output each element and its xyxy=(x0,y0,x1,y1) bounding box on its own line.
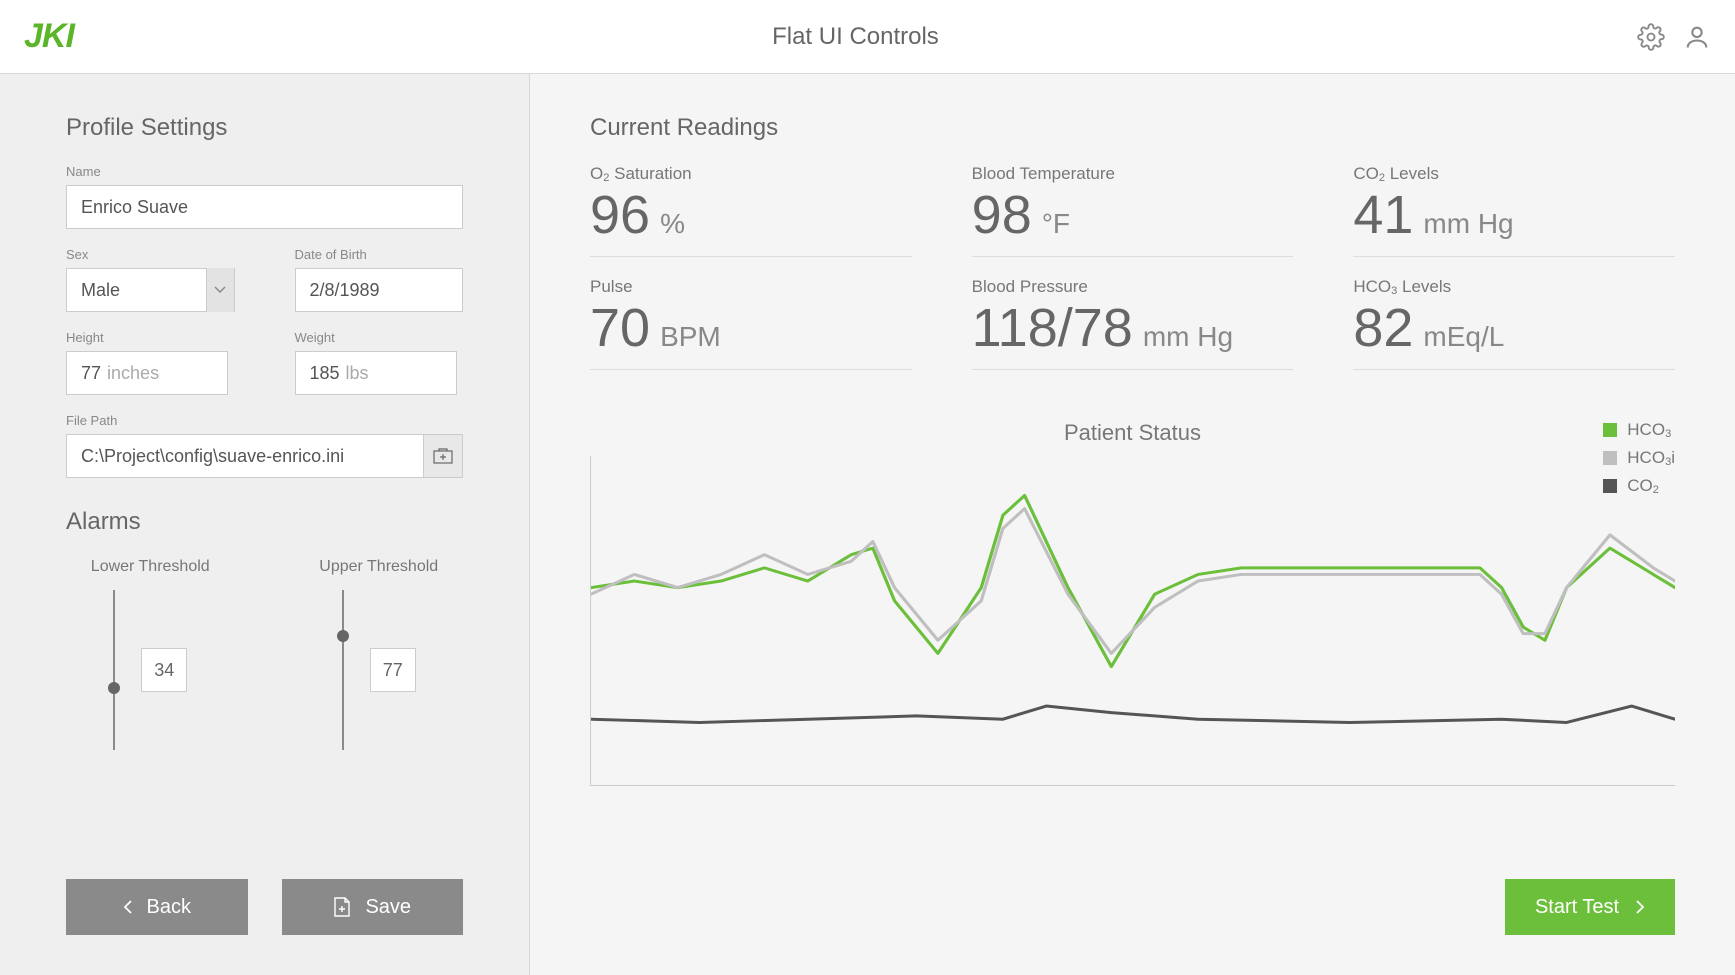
reading-card: O2 Saturation 96% xyxy=(590,164,912,257)
lower-threshold-slider[interactable] xyxy=(113,590,115,750)
sex-label: Sex xyxy=(66,247,235,262)
height-label: Height xyxy=(66,330,235,345)
reading-unit: BPM xyxy=(660,323,721,351)
dob-label: Date of Birth xyxy=(295,247,464,262)
reading-unit: mm Hg xyxy=(1143,323,1233,351)
filepath-label: File Path xyxy=(66,413,463,428)
topbar-actions xyxy=(1637,23,1711,51)
weight-label: Weight xyxy=(295,330,464,345)
reading-unit: °F xyxy=(1042,210,1070,238)
reading-unit: mm Hg xyxy=(1423,210,1513,238)
lower-threshold-value[interactable]: 34 xyxy=(141,648,187,692)
reading-value: 96% xyxy=(590,188,912,242)
sex-select[interactable]: Male xyxy=(66,268,235,312)
reading-card: Blood Pressure 118/78mm Hg xyxy=(972,277,1294,370)
upper-threshold-value[interactable]: 77 xyxy=(370,648,416,692)
reading-unit: mEq/L xyxy=(1423,323,1504,351)
reading-value: 98°F xyxy=(972,188,1294,242)
reading-value: 82mEq/L xyxy=(1353,301,1675,355)
legend-item: HCO3i xyxy=(1603,448,1675,468)
save-button[interactable]: Save xyxy=(282,879,464,935)
name-label: Name xyxy=(66,164,463,179)
browse-file-button[interactable] xyxy=(423,434,463,478)
readings-grid: O2 Saturation 96% Blood Temperature 98°F CO2… xyxy=(590,164,1675,370)
reading-value: 118/78mm Hg xyxy=(972,301,1294,355)
reading-unit: % xyxy=(660,210,685,238)
reading-label: Blood Pressure xyxy=(972,277,1294,297)
reading-label: CO2 Levels xyxy=(1353,164,1675,184)
legend-item: CO2 xyxy=(1603,476,1675,496)
name-input[interactable]: Enrico Suave xyxy=(66,185,463,229)
reading-card: Blood Temperature 98°F xyxy=(972,164,1294,257)
dob-input[interactable]: 2/8/1989 xyxy=(295,268,464,312)
chevron-right-icon xyxy=(1635,899,1645,915)
chart-legend: HCO3 HCO3i CO2 xyxy=(1603,420,1675,496)
current-readings-title: Current Readings xyxy=(590,114,1675,142)
chart-area: Patient Status HCO3 HCO3i CO2 xyxy=(590,420,1675,849)
gear-icon[interactable] xyxy=(1637,23,1665,51)
chart-title: Patient Status xyxy=(590,420,1675,446)
weight-input[interactable]: 185 lbs xyxy=(295,351,457,395)
reading-card: Pulse 70BPM xyxy=(590,277,912,370)
reading-value: 70BPM xyxy=(590,301,912,355)
height-input[interactable]: 77 inches xyxy=(66,351,228,395)
reading-label: O2 Saturation xyxy=(590,164,912,184)
topbar: JKI Flat UI Controls xyxy=(0,0,1735,74)
alarms-title: Alarms xyxy=(66,508,463,536)
back-button[interactable]: Back xyxy=(66,879,248,935)
chevron-down-icon xyxy=(206,268,234,312)
logo: JKI xyxy=(24,17,74,56)
upper-threshold-label: Upper Threshold xyxy=(319,558,438,576)
filepath-input[interactable]: C:\Project\config\suave-enrico.ini xyxy=(66,434,423,478)
reading-label: HCO3 Levels xyxy=(1353,277,1675,297)
sidebar: Profile Settings Name Enrico Suave Sex M… xyxy=(0,74,530,975)
main-panel: Current Readings O2 Saturation 96% Blood T… xyxy=(530,74,1735,975)
legend-item: HCO3 xyxy=(1603,420,1675,440)
slider-handle[interactable] xyxy=(108,682,120,694)
upper-threshold-slider[interactable] xyxy=(342,590,344,750)
reading-card: CO2 Levels 41mm Hg xyxy=(1353,164,1675,257)
chevron-left-icon xyxy=(123,899,133,915)
profile-settings-title: Profile Settings xyxy=(66,114,463,142)
lower-threshold-label: Lower Threshold xyxy=(91,558,210,576)
patient-status-chart xyxy=(590,456,1675,786)
reading-label: Blood Temperature xyxy=(972,164,1294,184)
reading-value: 41mm Hg xyxy=(1353,188,1675,242)
save-file-icon xyxy=(333,896,351,918)
slider-handle[interactable] xyxy=(337,630,349,642)
page-title: Flat UI Controls xyxy=(74,23,1637,51)
reading-card: HCO3 Levels 82mEq/L xyxy=(1353,277,1675,370)
reading-label: Pulse xyxy=(590,277,912,297)
start-test-button[interactable]: Start Test xyxy=(1505,879,1675,935)
user-icon[interactable] xyxy=(1683,23,1711,51)
